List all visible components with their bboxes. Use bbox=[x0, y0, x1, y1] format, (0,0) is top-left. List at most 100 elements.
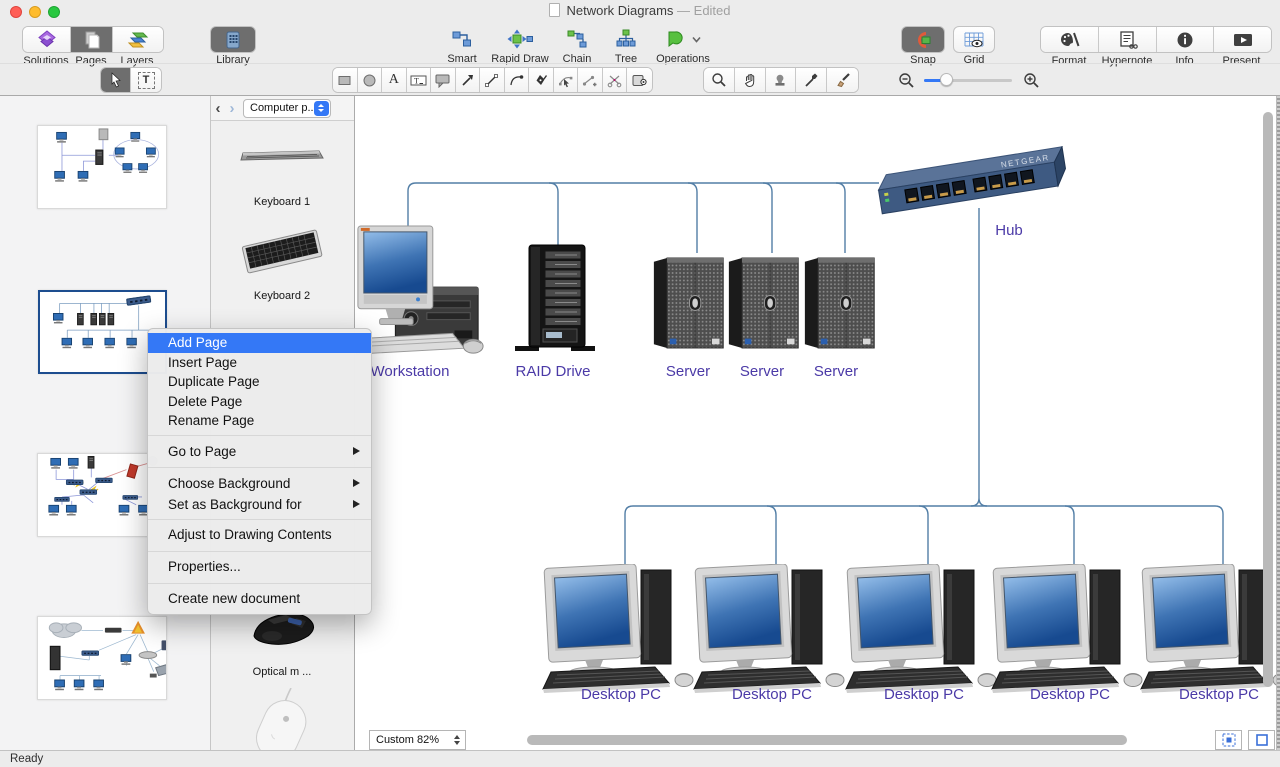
raid-device[interactable] bbox=[515, 243, 595, 358]
brush-tool[interactable] bbox=[827, 68, 858, 92]
server-device-1[interactable] bbox=[652, 253, 727, 353]
edit-node-tool[interactable] bbox=[554, 68, 579, 92]
menu-item-adjust-to-drawing[interactable]: Adjust to Drawing Contents bbox=[148, 524, 371, 546]
connector-tool[interactable] bbox=[627, 68, 652, 92]
eyedropper-icon bbox=[803, 72, 819, 88]
horizontal-scrollbar[interactable] bbox=[527, 735, 1127, 745]
page-thumbnail-1-image bbox=[38, 126, 166, 208]
arrow-tool[interactable] bbox=[456, 68, 481, 92]
curve-tool[interactable] bbox=[505, 68, 530, 92]
solutions-button[interactable] bbox=[23, 27, 71, 52]
line-tool[interactable] bbox=[480, 68, 505, 92]
pan-tool[interactable] bbox=[735, 68, 766, 92]
window-title: Network Diagrams — Edited bbox=[0, 3, 1280, 18]
menu-separator bbox=[148, 435, 371, 436]
info-button[interactable] bbox=[1157, 27, 1214, 52]
desktop-pc-device-5[interactable] bbox=[1139, 564, 1280, 694]
library-back-icon[interactable]: ‹ bbox=[211, 100, 225, 117]
layers-button[interactable] bbox=[113, 27, 163, 52]
menu-item-create-new-document[interactable]: Create new document bbox=[148, 588, 371, 610]
hand-icon bbox=[742, 72, 758, 88]
menu-item-duplicate-page[interactable]: Duplicate Page bbox=[148, 372, 371, 392]
menu-item-choose-background[interactable]: Choose Background bbox=[148, 473, 371, 495]
scissors-icon bbox=[607, 73, 622, 88]
zoom-slider-thumb[interactable] bbox=[940, 73, 953, 86]
desktop-pc-label-1: Desktop PC bbox=[561, 686, 681, 703]
rapid-draw-button[interactable]: Rapid Draw bbox=[488, 26, 552, 65]
canvas-zoom-select[interactable]: Custom 82% bbox=[369, 730, 466, 750]
collapsed-panel-strip[interactable] bbox=[1276, 96, 1280, 750]
workstation-device[interactable] bbox=[355, 224, 485, 362]
callout-tool[interactable] bbox=[431, 68, 456, 92]
ellipse-tool[interactable] bbox=[358, 68, 383, 92]
magnifier-icon bbox=[711, 72, 727, 88]
zoom-slider[interactable] bbox=[924, 73, 1012, 87]
grid-button[interactable] bbox=[953, 26, 995, 53]
title-bar: Network Diagrams — Edited bbox=[0, 0, 1280, 22]
hypernote-button[interactable] bbox=[1099, 27, 1157, 52]
submenu-arrow-icon bbox=[353, 447, 360, 455]
page-thumbnail-4[interactable] bbox=[37, 616, 167, 700]
pages-button[interactable] bbox=[71, 27, 113, 52]
library-item-optical-mouse-label: Optical m ... bbox=[212, 666, 352, 678]
status-ready-text: Ready bbox=[10, 753, 43, 765]
fit-page-button[interactable] bbox=[1215, 730, 1242, 750]
server-device-3[interactable] bbox=[803, 253, 878, 353]
pen-tool[interactable] bbox=[529, 68, 554, 92]
edited-badge: — Edited bbox=[677, 3, 730, 18]
menu-item-properties[interactable]: Properties... bbox=[148, 556, 371, 578]
operations-button[interactable]: Operations bbox=[652, 26, 714, 65]
snap-icon bbox=[913, 30, 933, 50]
rectangle-tool[interactable] bbox=[333, 68, 358, 92]
menu-item-add-page[interactable]: Add Page bbox=[148, 333, 371, 353]
stamp-tool[interactable] bbox=[766, 68, 797, 92]
add-anchor-tool[interactable] bbox=[578, 68, 603, 92]
zoom-out-icon[interactable] bbox=[898, 72, 915, 89]
desktop-pc-device-1[interactable] bbox=[541, 564, 701, 694]
menu-item-delete-page[interactable]: Delete Page bbox=[148, 392, 371, 412]
present-button[interactable] bbox=[1214, 27, 1271, 52]
format-button[interactable] bbox=[1041, 27, 1099, 52]
eyedropper-tool[interactable] bbox=[796, 68, 827, 92]
zoom-in-icon[interactable] bbox=[1023, 72, 1040, 89]
desktop-pc-device-4[interactable] bbox=[990, 564, 1150, 694]
library-selector[interactable]: Computer p... bbox=[243, 99, 331, 118]
library-button[interactable] bbox=[210, 26, 256, 53]
svg-text:T: T bbox=[414, 76, 419, 85]
library-selector-value: Computer p... bbox=[244, 102, 314, 114]
page-thumbnail-1[interactable] bbox=[37, 125, 167, 209]
library-item-white-mouse-image[interactable] bbox=[247, 688, 317, 750]
snap-button[interactable] bbox=[901, 26, 945, 53]
drawing-canvas[interactable]: NETGEAR Hub Workstation RAID Drive Serve… bbox=[355, 96, 1280, 750]
smart-button[interactable]: Smart bbox=[440, 26, 484, 65]
drawing-toolbar: T A T bbox=[0, 63, 1280, 96]
library-item-keyboard1-image[interactable] bbox=[237, 144, 327, 166]
hub-device[interactable]: NETGEAR bbox=[871, 146, 1066, 221]
menu-item-insert-page[interactable]: Insert Page bbox=[148, 353, 371, 373]
select-tool[interactable] bbox=[101, 68, 131, 92]
chain-button[interactable]: Chain bbox=[556, 26, 598, 65]
zoom-stepper-icon bbox=[454, 735, 460, 745]
actual-size-button[interactable] bbox=[1248, 730, 1275, 750]
text-tool[interactable]: A bbox=[382, 68, 407, 92]
text-box-tool[interactable]: T bbox=[407, 68, 432, 92]
server-device-2[interactable] bbox=[727, 253, 802, 353]
pen-icon bbox=[533, 73, 548, 88]
library-icon bbox=[224, 30, 242, 50]
zoom-tool[interactable] bbox=[704, 68, 735, 92]
server-label-2: Server bbox=[722, 363, 802, 380]
vertical-scrollbar[interactable] bbox=[1263, 112, 1273, 687]
desktop-pc-device-2[interactable] bbox=[692, 564, 852, 694]
cut-tool[interactable] bbox=[603, 68, 628, 92]
actual-size-icon bbox=[1255, 733, 1269, 747]
library-forward-icon[interactable]: › bbox=[225, 100, 239, 117]
menu-item-rename-page[interactable]: Rename Page bbox=[148, 411, 371, 431]
library-item-keyboard2-image[interactable] bbox=[237, 226, 327, 276]
tree-button[interactable]: Tree bbox=[606, 26, 646, 65]
text-select-tool[interactable]: T bbox=[131, 68, 161, 92]
desktop-pc-label-2: Desktop PC bbox=[712, 686, 832, 703]
desktop-pc-device-3[interactable] bbox=[844, 564, 1004, 694]
menu-item-set-as-background[interactable]: Set as Background for bbox=[148, 495, 371, 515]
rapid-draw-icon bbox=[507, 29, 533, 49]
menu-item-go-to-page[interactable]: Go to Page bbox=[148, 441, 371, 463]
